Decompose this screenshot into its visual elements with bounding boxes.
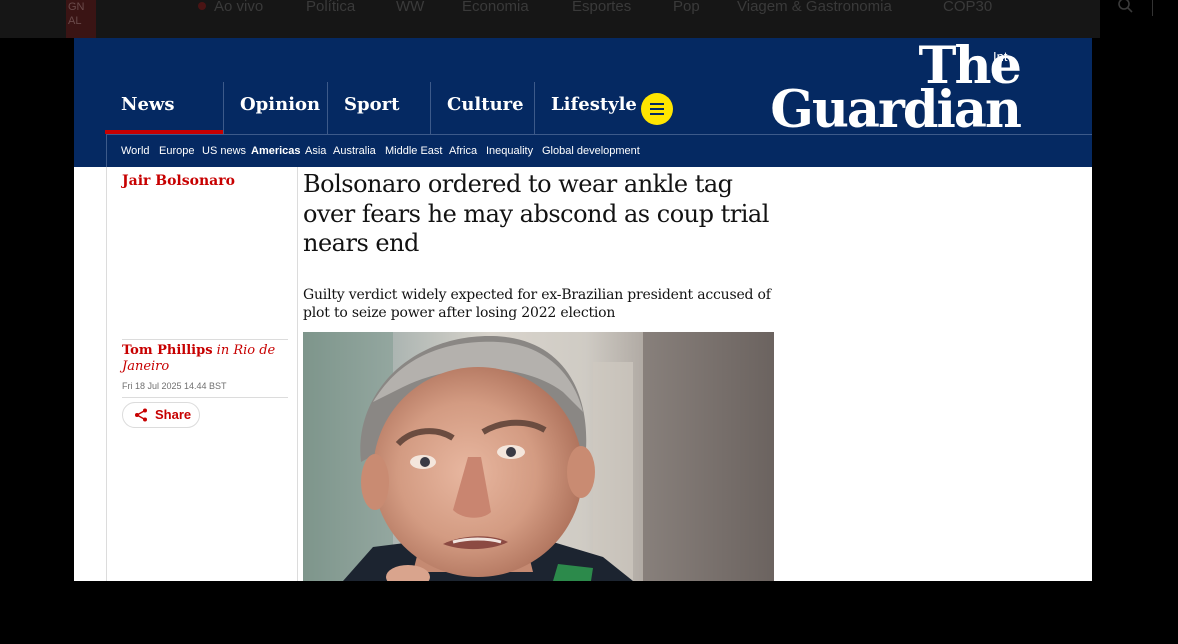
byline-divider xyxy=(122,339,288,340)
search-icon[interactable] xyxy=(1118,0,1134,14)
series-tag[interactable]: Jair Bolsonaro xyxy=(122,173,235,189)
byline: Tom Phillips in Rio de Janeiro xyxy=(122,343,292,375)
subnav-asia[interactable]: Asia xyxy=(305,145,326,157)
article-standfirst: Guilty verdict widely expected for ex-Br… xyxy=(303,287,771,321)
article-main-photo xyxy=(303,332,774,581)
share-button[interactable]: Share xyxy=(122,402,200,428)
subnav-inequality[interactable]: Inequality xyxy=(486,145,533,157)
subnav: World Europe US news Americas Asia Austr… xyxy=(106,134,1092,168)
subnav-australia[interactable]: Australia xyxy=(333,145,376,157)
pillar-culture-label: Culture xyxy=(447,94,524,115)
subnav-us-news[interactable]: US news xyxy=(202,145,246,157)
host-nav-live-label: Ao vivo xyxy=(214,0,264,15)
masthead: Int ⌄ The Guardian News Opinion Sport Cul… xyxy=(74,38,1092,168)
host-nav-pop[interactable]: Pop xyxy=(673,0,700,16)
host-logo-fragment: GN AL xyxy=(66,0,96,38)
host-nav-esportes[interactable]: Esportes xyxy=(572,0,631,16)
pillar-news-label: News xyxy=(121,94,175,115)
host-site-bar: GN AL Ao vivo Política WW Economia Espor… xyxy=(0,0,1153,38)
author-link[interactable]: Tom Phillips xyxy=(122,343,213,358)
pillar-lifestyle-label: Lifestyle xyxy=(551,94,637,115)
pillar-news[interactable]: News xyxy=(105,82,223,134)
guardian-article-page: Int ⌄ The Guardian News Opinion Sport Cul… xyxy=(74,38,1092,581)
hamburger-icon xyxy=(650,103,664,115)
pillar-sport[interactable]: Sport xyxy=(327,82,430,134)
host-nav-politica[interactable]: Política xyxy=(306,0,355,16)
host-bar-divider xyxy=(1152,0,1153,16)
host-nav-ww[interactable]: WW xyxy=(396,0,424,16)
dateline: Fri 18 Jul 2025 14.44 BST xyxy=(122,381,227,391)
pillar-opinion-label: Opinion xyxy=(240,94,321,115)
host-nav-live[interactable]: Ao vivo xyxy=(198,0,263,16)
guardian-logo[interactable]: The Guardian xyxy=(770,41,1022,140)
meta-divider xyxy=(122,397,288,398)
live-dot-icon xyxy=(198,2,206,10)
subnav-americas[interactable]: Americas xyxy=(251,145,301,157)
subnav-europe[interactable]: Europe xyxy=(159,145,194,157)
subnav-world[interactable]: World xyxy=(121,145,150,157)
subnav-middle-east[interactable]: Middle East xyxy=(385,145,442,157)
share-label: Share xyxy=(155,407,192,422)
host-nav-economia[interactable]: Economia xyxy=(462,0,529,16)
pillar-opinion[interactable]: Opinion xyxy=(223,82,327,134)
subnav-africa[interactable]: Africa xyxy=(449,145,477,157)
portrait-photo-illustration xyxy=(303,332,774,581)
pillar-lifestyle[interactable]: Lifestyle xyxy=(534,82,637,134)
pillar-culture[interactable]: Culture xyxy=(430,82,534,134)
host-nav-viagem[interactable]: Viagem & Gastronomia xyxy=(737,0,892,16)
host-nav-cop30[interactable]: COP30 xyxy=(943,0,992,16)
pillar-sport-label: Sport xyxy=(344,94,400,115)
menu-button[interactable] xyxy=(641,93,673,125)
logo-line-guardian: Guardian xyxy=(770,80,1022,140)
article-headline: Bolsonaro ordered to wear ankle tag over… xyxy=(303,170,769,257)
article-meta-column: Jair Bolsonaro Tom Phillips in Rio de Ja… xyxy=(106,167,298,581)
black-margin xyxy=(1101,17,1178,644)
subnav-global-development[interactable]: Global development xyxy=(542,145,640,157)
share-icon xyxy=(135,408,147,422)
